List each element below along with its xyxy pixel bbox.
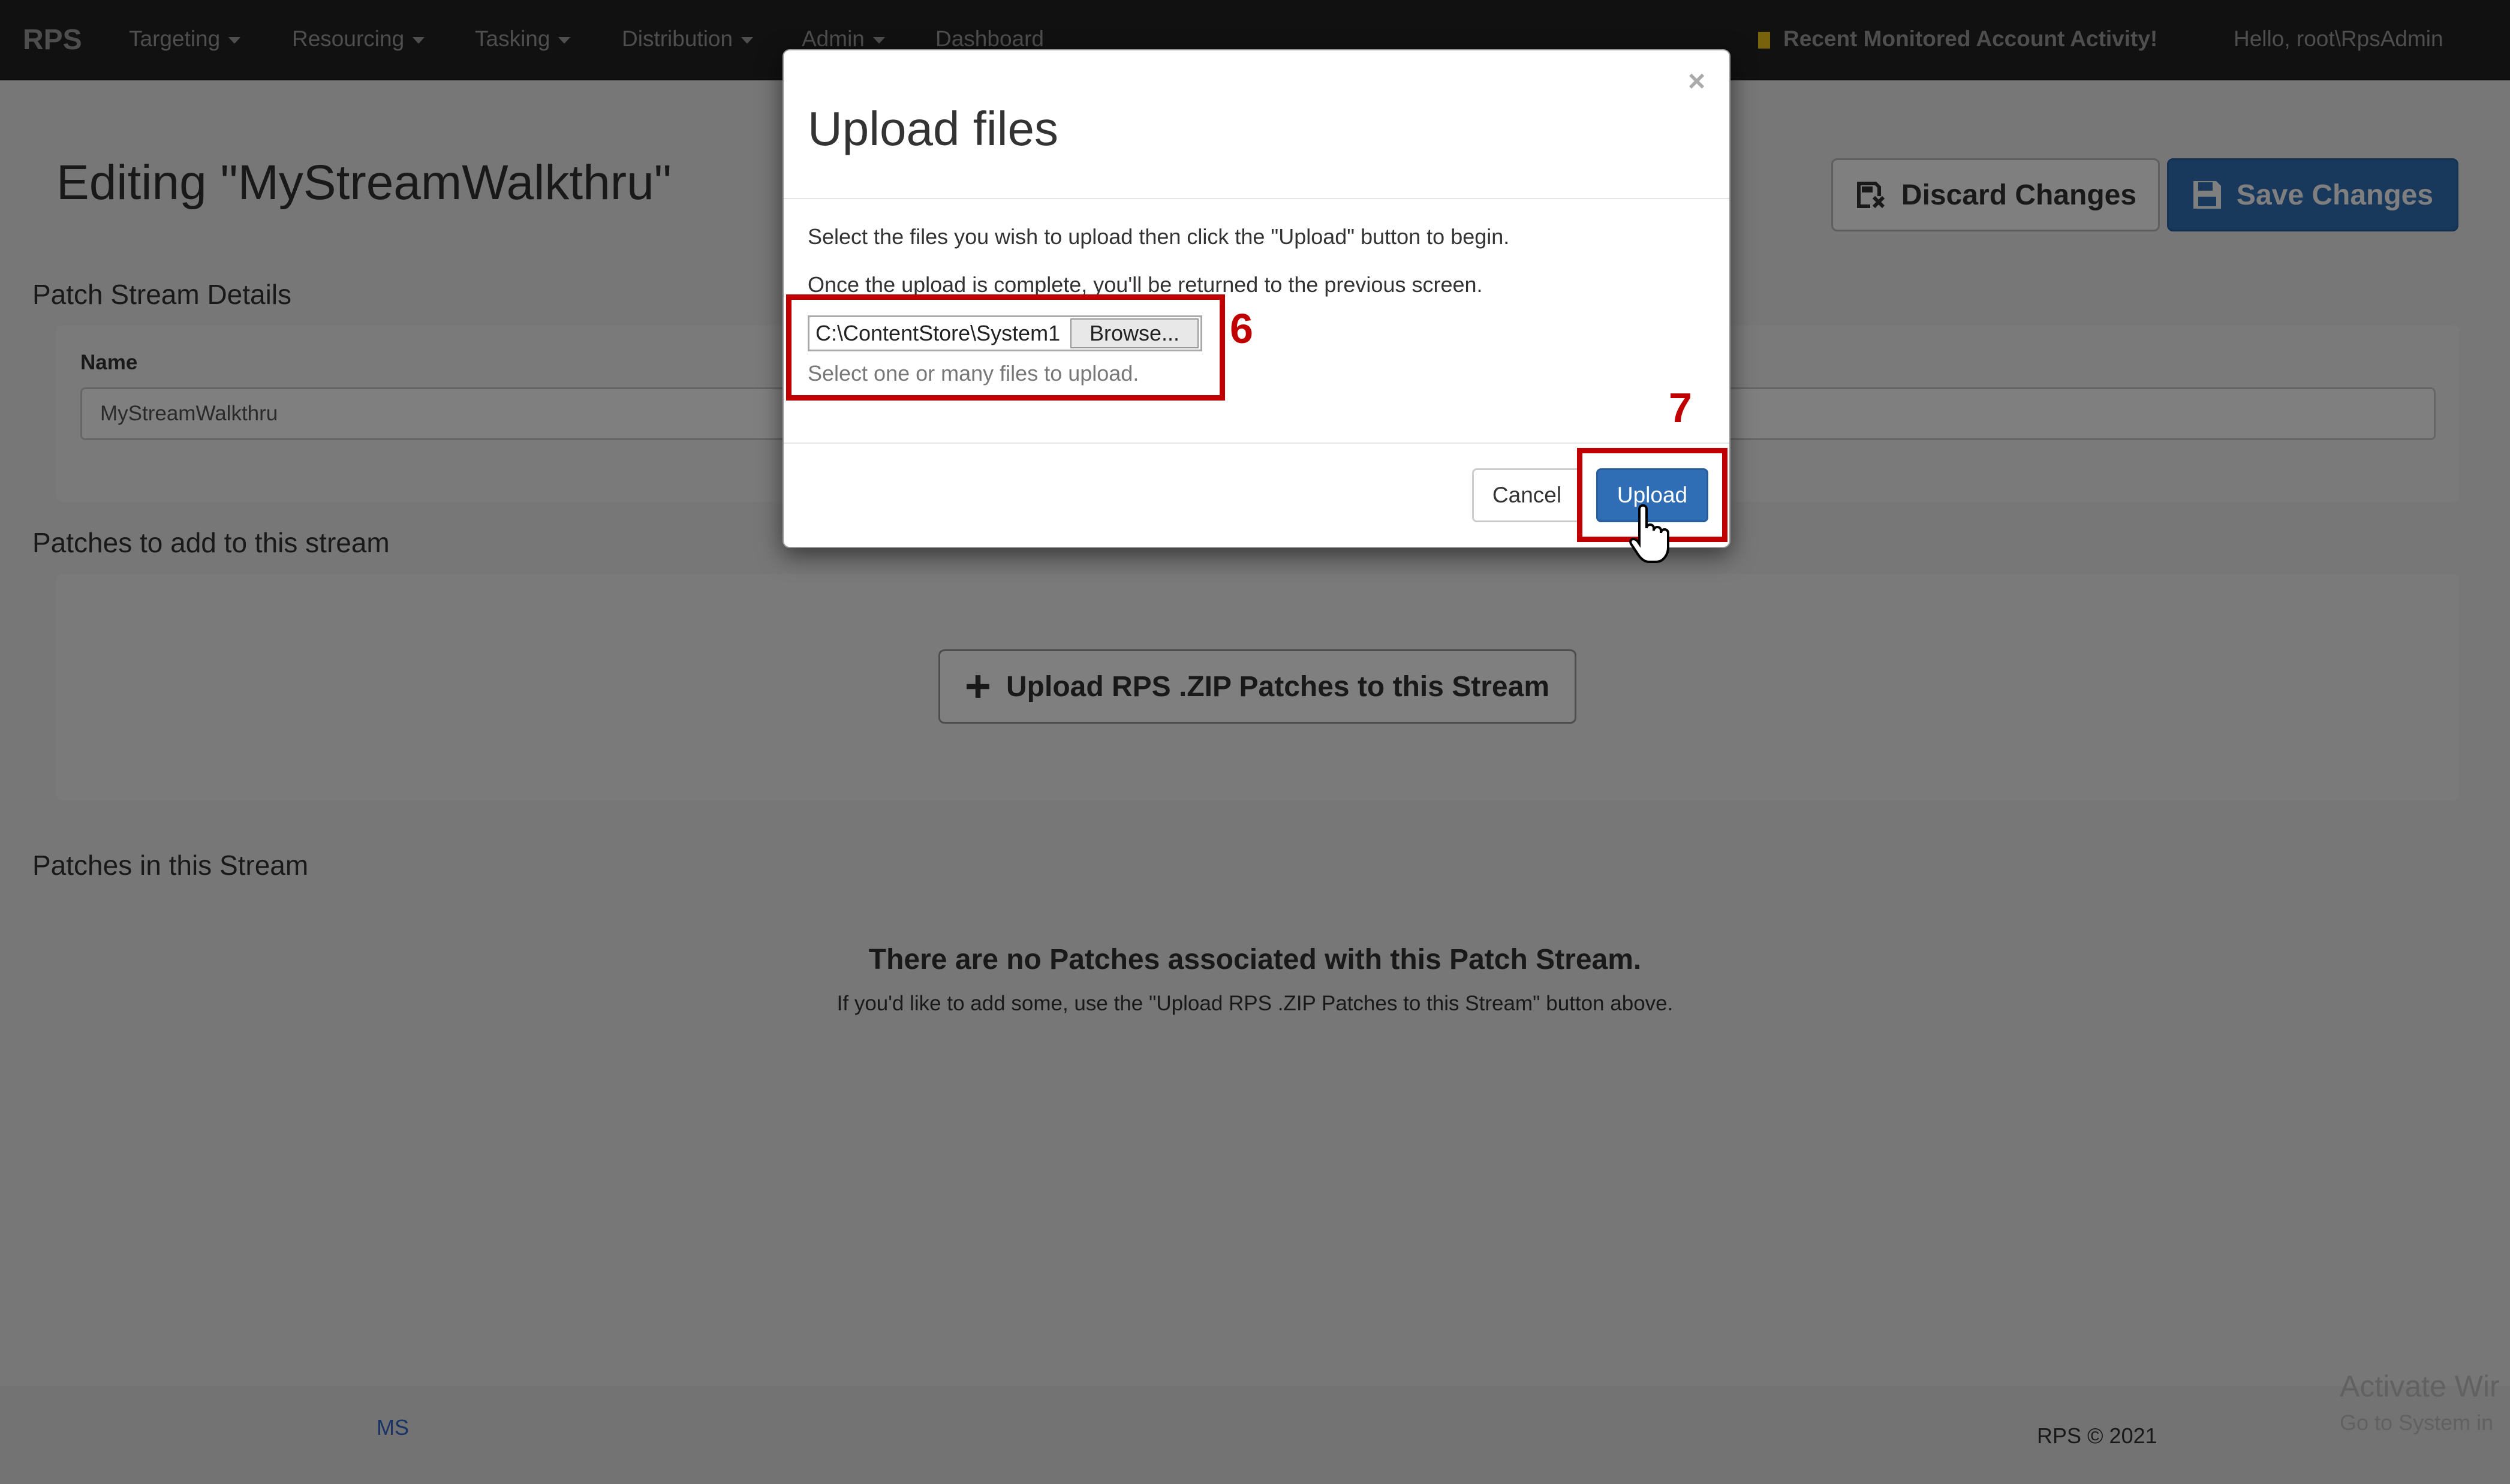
instructions-line-1: Select the files you wish to upload then… [808, 224, 1510, 249]
step-6-highlight-box [786, 294, 1225, 401]
step-6-number: 6 [1230, 305, 1253, 352]
step-7-number: 7 [1669, 384, 1692, 431]
cancel-button[interactable]: Cancel [1472, 468, 1582, 522]
hand-cursor-icon [1629, 504, 1669, 563]
close-icon[interactable]: × [1688, 64, 1705, 98]
instructions-line-2: Once the upload is complete, you'll be r… [808, 272, 1483, 297]
modal-footer-divider [784, 443, 1729, 444]
modal-header-divider [784, 198, 1729, 199]
modal-title: Upload files [808, 102, 1059, 155]
